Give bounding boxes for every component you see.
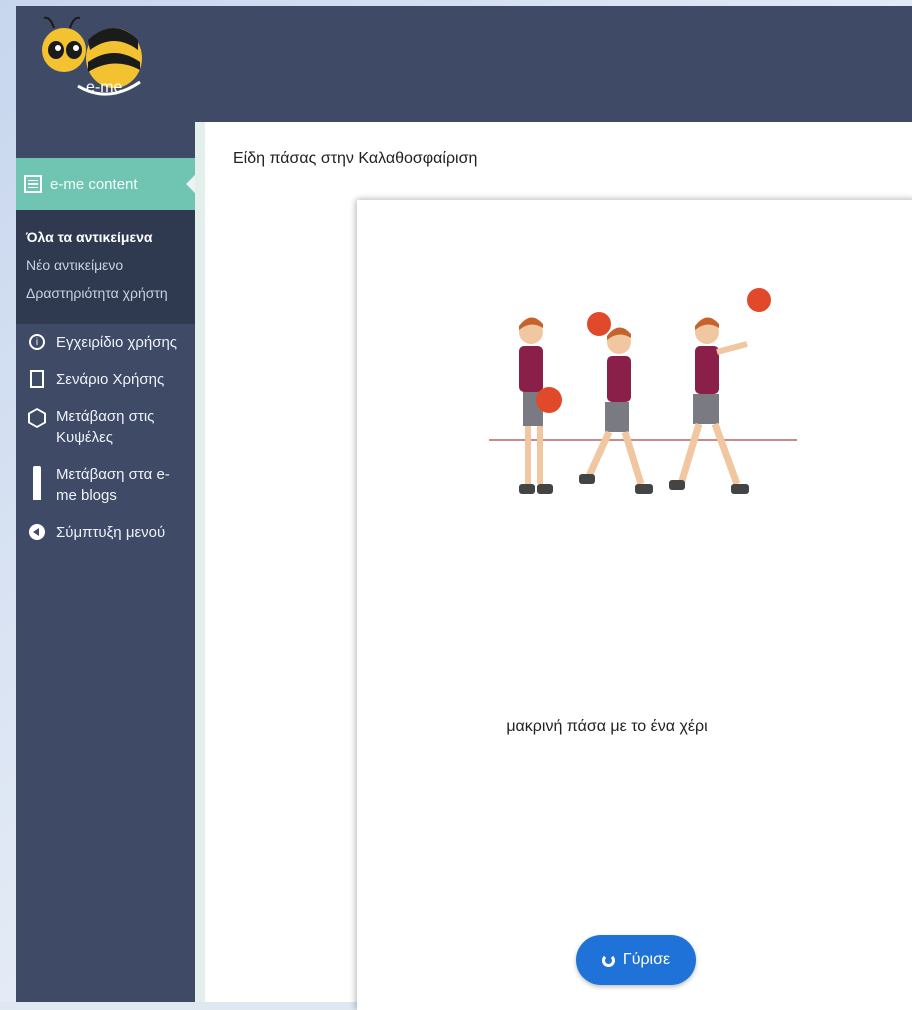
collapse-icon: [29, 524, 45, 540]
list-icon: [24, 175, 42, 193]
sidebar-item-blogs[interactable]: Μετάβαση στα e-me blogs: [16, 456, 195, 514]
logo-text: e-me: [86, 79, 123, 96]
hexagon-icon: [28, 408, 46, 428]
page-title: Είδη πάσας στην Καλαθοσφαίριση: [233, 150, 478, 167]
content-left-strip: [195, 122, 205, 1002]
sidebar-item-e-me-content[interactable]: e-me content: [16, 158, 196, 210]
card-caption: μακρινή πάσα με το ένα χέρι: [506, 718, 708, 735]
subnav-all-items[interactable]: Όλα τα αντικείμενα: [26, 226, 195, 248]
sidebar-item-manual[interactable]: i Εγχειρίδιο χρήσης: [16, 324, 195, 361]
pencil-icon: [33, 466, 41, 500]
sidebar-item-label: Εγχειρίδιο χρήσης: [56, 334, 178, 351]
document-icon: [30, 370, 44, 388]
sidebar-item-label: e-me content: [50, 175, 138, 193]
top-bar: [16, 6, 912, 122]
sidebar: e-me content Όλα τα αντικείμενα Νέο αντι…: [16, 122, 196, 1002]
subnav-new-item[interactable]: Νέο αντικείμενο: [26, 254, 195, 276]
basketball-pass-illustration: [489, 288, 797, 494]
sidebar-item-scenario[interactable]: Σενάριο Χρήσης: [16, 361, 195, 398]
sidebar-item-label: Μετάβαση στα e-me blogs: [56, 466, 170, 504]
sidebar-item-label: Σενάριο Χρήσης: [56, 371, 165, 388]
flip-button-label: Γύρισε: [622, 951, 671, 968]
sidebar-item-label: Σύμπτυξη μενού: [56, 524, 166, 541]
sidebar-item-label: Μετάβαση στις Κυψέλες: [56, 408, 155, 446]
sidebar-item-collapse-menu[interactable]: Σύμπτυξη μενού: [16, 514, 195, 551]
e-me-logo[interactable]: e-me: [28, 10, 148, 110]
info-icon: i: [29, 334, 45, 350]
sidebar-item-hives[interactable]: Μετάβαση στις Κυψέλες: [16, 398, 195, 456]
flip-button[interactable]: Γύρισε: [576, 935, 696, 985]
subnav-user-activity[interactable]: Δραστηριότητα χρήστη: [26, 282, 195, 304]
refresh-icon: [601, 953, 615, 967]
sidebar-subnav: Όλα τα αντικείμενα Νέο αντικείμενο Δραστ…: [16, 210, 195, 324]
